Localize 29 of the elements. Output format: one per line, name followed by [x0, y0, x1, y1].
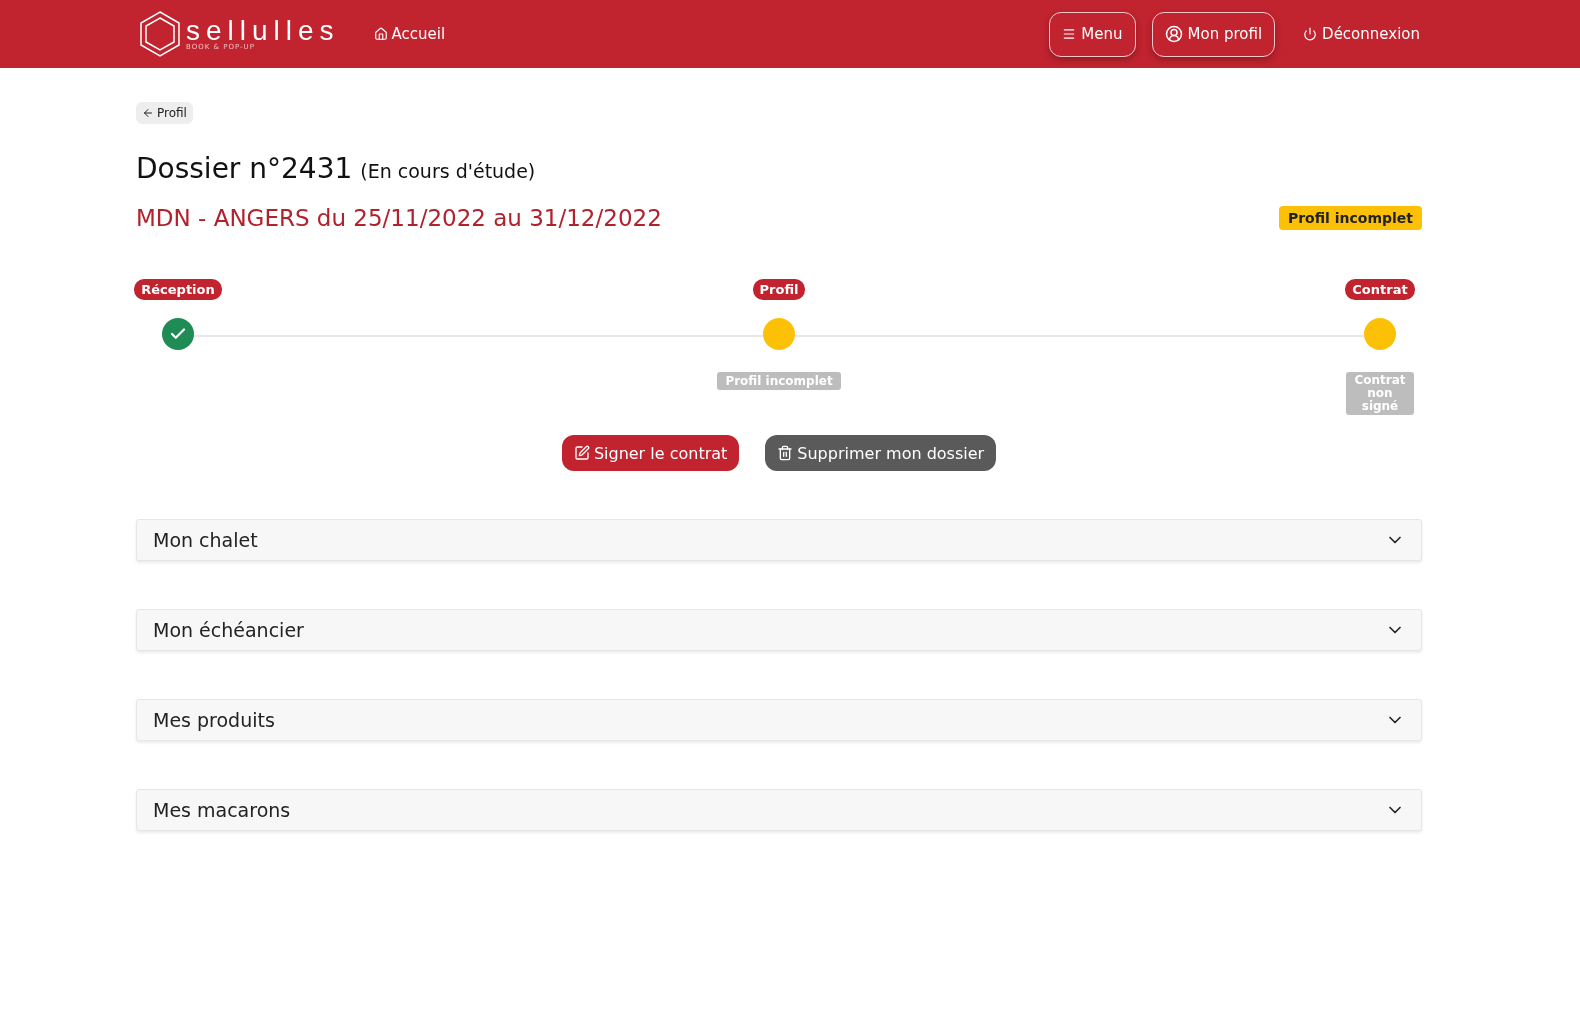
nav-button[interactable]: Mon profil — [1151, 11, 1276, 57]
accordion-header[interactable]: Mes macarons — [136, 789, 1422, 831]
step-status: Contrat non signé — [1346, 372, 1414, 415]
dossier-status: (En cours d'étude) — [360, 160, 536, 182]
home-icon — [373, 27, 388, 41]
sign-button[interactable]: Signer le contrat — [561, 435, 740, 471]
nav-link[interactable]: Déconnexion — [1291, 11, 1432, 57]
accordion-header[interactable]: Mes produits — [136, 699, 1422, 741]
home-link[interactable]: Accueil — [373, 25, 446, 43]
user-icon — [1164, 25, 1183, 43]
step-label: Réception — [134, 279, 222, 300]
menu-icon — [1062, 27, 1077, 41]
step-status: Profil incomplet — [717, 372, 841, 390]
dossier-title: Dossier n°2431 — [136, 152, 353, 185]
nav-button[interactable]: Menu — [1049, 11, 1136, 57]
status-badge: Profil incomplet — [1278, 206, 1422, 230]
brand-name: sellulles — [186, 17, 340, 45]
accordion-header[interactable]: Mon chalet — [136, 519, 1422, 561]
step-label: Profil — [752, 279, 806, 300]
trash-icon — [777, 445, 794, 461]
step-label: Contrat — [1345, 279, 1415, 300]
event-title: MDN - ANGERS du 25/11/2022 au 31/12/2022 — [136, 205, 662, 231]
edit-icon — [573, 445, 590, 461]
delete-button[interactable]: Supprimer mon dossier — [765, 435, 997, 471]
accordion-header[interactable]: Mon échéancier — [136, 609, 1422, 651]
power-icon — [1303, 27, 1318, 41]
hexagon-logo-icon — [138, 10, 182, 58]
back-link[interactable]: Profil — [136, 102, 193, 124]
arrow-left-icon — [142, 107, 154, 119]
